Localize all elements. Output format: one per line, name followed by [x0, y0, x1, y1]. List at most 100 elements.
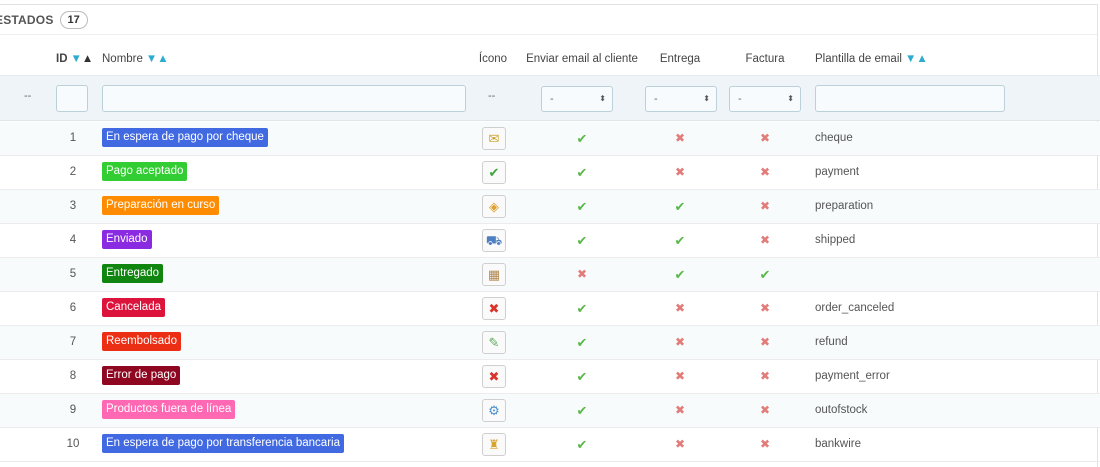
column-header-name-label: Nombre: [102, 53, 143, 65]
cheque-icon: ✉: [482, 127, 506, 150]
row-id: 3: [69, 200, 77, 212]
row-id: 4: [69, 234, 77, 246]
status-badge: En espera de pago por transferencia banc…: [102, 434, 344, 454]
row-email-template: outofstock: [815, 404, 868, 416]
invoice-disabled-cross-icon[interactable]: ✖: [728, 428, 802, 461]
send-email-enabled-check-icon[interactable]: ✔: [532, 428, 632, 461]
name-filter-input[interactable]: [102, 85, 466, 112]
status-badge: Preparación en curso: [102, 196, 220, 216]
send-email-enabled-check-icon[interactable]: ✔: [532, 224, 632, 257]
row-name-cell: Cancelada: [102, 292, 165, 325]
table-row[interactable]: 2 Pago aceptado ✔ ✔ ✖ ✖ payment: [0, 156, 1100, 190]
truck-icon: ⛟: [482, 229, 506, 252]
table-row[interactable]: 3 Preparación en curso ◈ ✔ ✔ ✖ preparation: [0, 190, 1100, 224]
table-row[interactable]: 10 En espera de pago por transferencia ba…: [0, 428, 1100, 462]
row-email-template: shipped: [815, 234, 856, 246]
column-header-name[interactable]: Nombre ▼▲: [102, 53, 169, 65]
panel-heading: ESTADOS 17: [0, 5, 1097, 35]
order-states-table-body: 1 En espera de pago por cheque ✉ ✔ ✖ ✖ cheque 2…: [0, 122, 1100, 462]
send-email-filter-select[interactable]: - ⬍: [541, 86, 613, 112]
delivery-disabled-cross-icon[interactable]: ✖: [644, 428, 716, 461]
row-id: 5: [69, 268, 77, 280]
delivery-disabled-cross-icon[interactable]: ✖: [644, 122, 716, 155]
send-email-disabled-cross-icon[interactable]: ✖: [532, 258, 632, 291]
status-badge: Cancelada: [102, 298, 165, 318]
invoice-filter-select[interactable]: - ⬍: [729, 86, 801, 112]
status-badge: En espera de pago por cheque: [102, 128, 268, 148]
invoice-disabled-cross-icon[interactable]: ✖: [728, 190, 802, 223]
table-row[interactable]: 4 Enviado ⛟ ✔ ✔ ✖ shipped: [0, 224, 1100, 258]
template-filter-input[interactable]: [815, 85, 1005, 112]
row-id: 6: [69, 302, 77, 314]
sort-desc-icon[interactable]: ▼: [71, 53, 82, 65]
delivery-filter-select[interactable]: - ⬍: [645, 86, 717, 112]
table-header: ID ▼▲ Nombre ▼▲ Ícono Enviar email al clie…: [0, 46, 1100, 74]
check-icon: ✔: [482, 161, 506, 184]
sort-asc-icon[interactable]: ▲: [82, 53, 93, 65]
id-filter-input[interactable]: [56, 85, 88, 112]
row-name-cell: Preparación en curso: [102, 190, 220, 223]
out-of-stock-icon: ⚙: [482, 399, 506, 422]
row-name-cell: En espera de pago por transferencia banc…: [102, 428, 344, 461]
table-row[interactable]: 8 Error de pago ✖ ✔ ✖ ✖ payment_error: [0, 360, 1100, 394]
row-id: 9: [69, 404, 77, 416]
sort-desc-icon[interactable]: ▼: [146, 53, 157, 65]
invoice-disabled-cross-icon[interactable]: ✖: [728, 292, 802, 325]
send-email-enabled-check-icon[interactable]: ✔: [532, 326, 632, 359]
invoice-disabled-cross-icon[interactable]: ✖: [728, 360, 802, 393]
status-badge: Reembolsado: [102, 332, 181, 352]
status-badge: Error de pago: [102, 366, 181, 386]
refund-icon: ✎: [482, 331, 506, 354]
delivery-disabled-cross-icon[interactable]: ✖: [644, 360, 716, 393]
delivery-enabled-check-icon[interactable]: ✔: [644, 258, 716, 291]
table-row[interactable]: 7 Reembolsado ✎ ✔ ✖ ✖ refund: [0, 326, 1100, 360]
row-id: 10: [66, 438, 80, 450]
row-name-cell: Productos fuera de línea: [102, 394, 236, 427]
column-header-id-label: ID: [56, 53, 68, 65]
invoice-disabled-cross-icon[interactable]: ✖: [728, 156, 802, 189]
bankwire-icon: ♜: [482, 433, 506, 456]
invoice-enabled-check-icon[interactable]: ✔: [728, 258, 802, 291]
send-email-enabled-check-icon[interactable]: ✔: [532, 394, 632, 427]
delivery-disabled-cross-icon[interactable]: ✖: [644, 394, 716, 427]
send-email-enabled-check-icon[interactable]: ✔: [532, 190, 632, 223]
table-row[interactable]: 6 Cancelada ✖ ✔ ✖ ✖ order_canceled: [0, 292, 1100, 326]
delivery-enabled-check-icon[interactable]: ✔: [644, 224, 716, 257]
invoice-disabled-cross-icon[interactable]: ✖: [728, 224, 802, 257]
invoice-disabled-cross-icon[interactable]: ✖: [728, 394, 802, 427]
status-badge: Pago aceptado: [102, 162, 188, 182]
delivery-disabled-cross-icon[interactable]: ✖: [644, 156, 716, 189]
send-email-enabled-check-icon[interactable]: ✔: [532, 156, 632, 189]
invoice-disabled-cross-icon[interactable]: ✖: [728, 326, 802, 359]
delivery-disabled-cross-icon[interactable]: ✖: [644, 292, 716, 325]
row-email-template: refund: [815, 336, 848, 348]
filter-row: -- -- - ⬍ - ⬍ - ⬍: [0, 75, 1100, 121]
row-name-cell: Entregado: [102, 258, 164, 291]
column-header-send-email: Enviar email al cliente: [526, 53, 638, 65]
send-email-enabled-check-icon[interactable]: ✔: [532, 122, 632, 155]
package-delivered-icon: ▦: [482, 263, 506, 286]
sort-asc-icon[interactable]: ▲: [157, 53, 168, 65]
send-email-enabled-check-icon[interactable]: ✔: [532, 360, 632, 393]
delivery-enabled-check-icon[interactable]: ✔: [644, 190, 716, 223]
table-row[interactable]: 5 Entregado ▦ ✖ ✔ ✔: [0, 258, 1100, 292]
invoice-filter-value: -: [738, 93, 742, 105]
row-email-template: order_canceled: [815, 302, 895, 314]
column-header-delivery: Entrega: [659, 53, 701, 65]
icon-filter-placeholder: --: [488, 90, 496, 102]
sort-asc-icon[interactable]: ▲: [916, 53, 927, 65]
row-email-template: bankwire: [815, 438, 862, 450]
row-name-cell: Enviado: [102, 224, 152, 257]
invoice-disabled-cross-icon[interactable]: ✖: [728, 122, 802, 155]
column-header-icon: Ícono: [478, 53, 508, 65]
delivery-disabled-cross-icon[interactable]: ✖: [644, 326, 716, 359]
sort-desc-icon[interactable]: ▼: [905, 53, 916, 65]
row-email-template: cheque: [815, 132, 853, 144]
column-header-id[interactable]: ID ▼▲: [56, 53, 96, 65]
table-row[interactable]: 1 En espera de pago por cheque ✉ ✔ ✖ ✖ cheque: [0, 122, 1100, 156]
row-name-cell: Pago aceptado: [102, 156, 188, 189]
table-row[interactable]: 9 Productos fuera de línea ⚙ ✔ ✖ ✖ outofstock: [0, 394, 1100, 428]
column-header-template[interactable]: Plantilla de email ▼▲: [815, 53, 928, 65]
cancel-icon: ✖: [482, 297, 506, 320]
send-email-enabled-check-icon[interactable]: ✔: [532, 292, 632, 325]
